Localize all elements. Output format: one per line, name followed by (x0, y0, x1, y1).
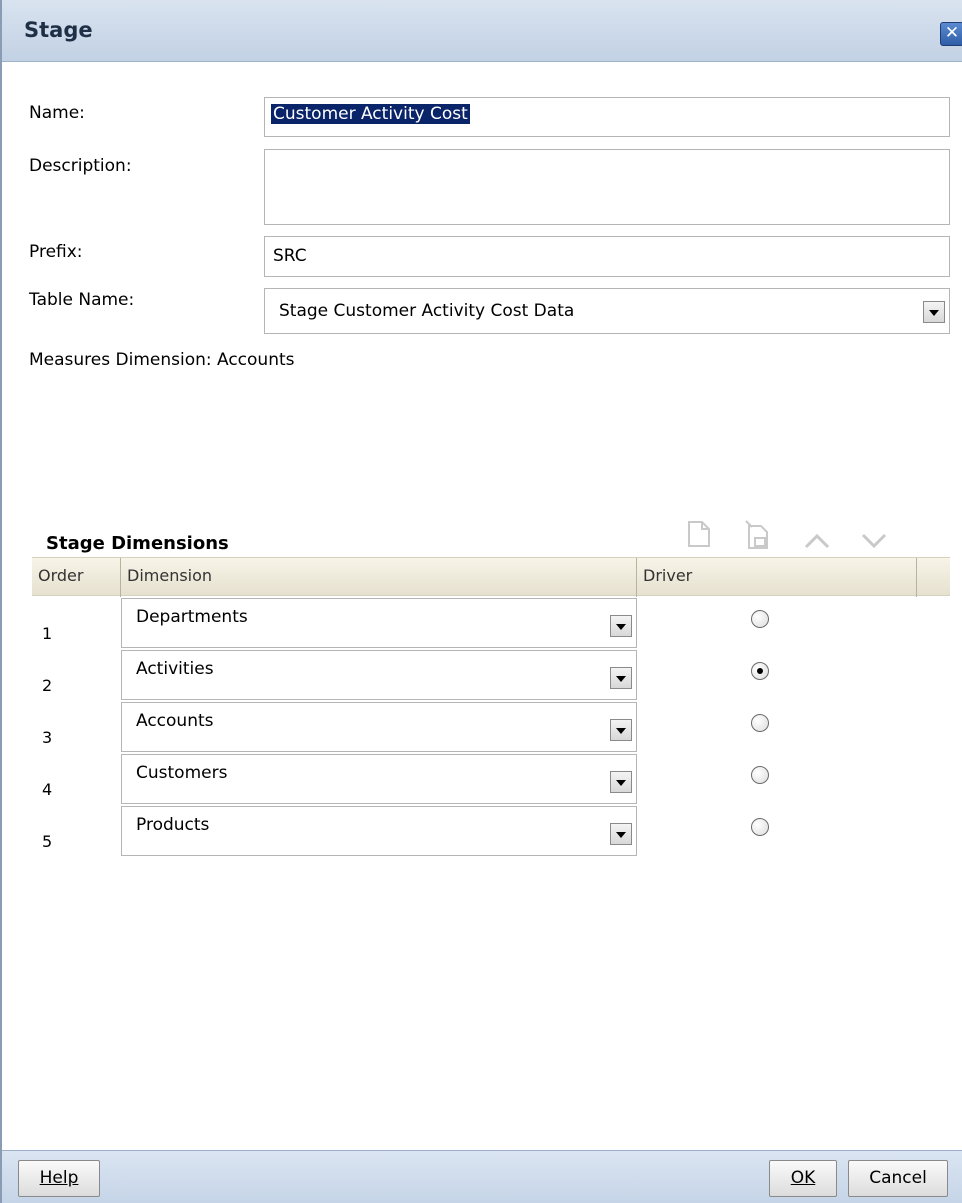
table-name-select[interactable]: Stage Customer Activity Cost Data (264, 288, 950, 334)
driver-radio-selected[interactable] (751, 662, 769, 680)
prefix-label: Prefix: (29, 242, 83, 262)
column-header-spacer (917, 558, 950, 597)
row-order: 1 (42, 624, 53, 643)
chevron-down-icon[interactable] (610, 719, 632, 741)
name-label: Name: (29, 103, 85, 123)
dialog-title: Stage (24, 18, 93, 42)
row-order: 2 (42, 676, 53, 695)
table-name-value: Stage Customer Activity Cost Data (279, 301, 575, 321)
dimension-value: Customers (136, 763, 228, 783)
new-document-icon[interactable] (687, 520, 711, 555)
dimension-value: Products (136, 815, 210, 835)
chevron-down-icon[interactable] (610, 615, 632, 637)
table-name-label: Table Name: (29, 290, 135, 310)
dialog-title-bar[interactable]: Stage ✕ (2, 0, 962, 62)
ok-button[interactable]: OK (769, 1160, 837, 1197)
stage-dialog: Stage ✕ Name: Customer Activity Cost Des… (0, 0, 962, 1203)
column-header-driver[interactable]: Driver (637, 558, 917, 597)
dimension-value: Departments (136, 607, 248, 627)
dimension-value: Activities (136, 659, 214, 679)
prefix-field[interactable]: SRC (264, 236, 950, 277)
stage-dimensions-title: Stage Dimensions (46, 533, 229, 554)
dialog-footer: Help OK Cancel (2, 1150, 962, 1203)
driver-radio[interactable] (751, 766, 769, 784)
dimensions-grid-header: Order Dimension Driver (32, 557, 950, 597)
dimension-select[interactable]: Customers (121, 754, 637, 804)
description-field[interactable] (264, 149, 950, 225)
move-up-icon[interactable] (803, 526, 831, 556)
dimension-select[interactable]: Accounts (121, 702, 637, 752)
dimension-select[interactable]: Activities (121, 650, 637, 700)
measures-dimension-text: Measures Dimension: Accounts (29, 350, 295, 370)
row-order: 4 (42, 780, 53, 799)
ok-button-label: OK (790, 1168, 816, 1188)
row-order: 3 (42, 728, 53, 747)
chevron-down-icon[interactable] (610, 823, 632, 845)
driver-radio[interactable] (751, 714, 769, 732)
column-header-dimension[interactable]: Dimension (121, 558, 637, 597)
chevron-down-icon[interactable] (923, 301, 945, 323)
prefix-value: SRC (273, 246, 307, 266)
move-down-icon[interactable] (860, 526, 888, 556)
chevron-down-icon[interactable] (610, 771, 632, 793)
name-value: Customer Activity Cost (271, 104, 470, 124)
column-header-order[interactable]: Order (32, 558, 121, 597)
help-button[interactable]: Help (18, 1160, 100, 1197)
name-field[interactable]: Customer Activity Cost (264, 97, 950, 137)
delete-document-icon[interactable] (745, 520, 771, 557)
driver-radio[interactable] (751, 610, 769, 628)
dimension-select[interactable]: Products (121, 806, 637, 856)
help-button-label: Help (39, 1168, 79, 1188)
dimension-value: Accounts (136, 711, 214, 731)
row-order: 5 (42, 832, 53, 851)
driver-radio[interactable] (751, 818, 769, 836)
dimension-select[interactable]: Departments (121, 598, 637, 648)
cancel-button[interactable]: Cancel (848, 1160, 948, 1197)
close-icon[interactable]: ✕ (940, 22, 962, 46)
description-label: Description: (29, 156, 132, 176)
chevron-down-icon[interactable] (610, 667, 632, 689)
cancel-button-label: Cancel (869, 1168, 927, 1188)
